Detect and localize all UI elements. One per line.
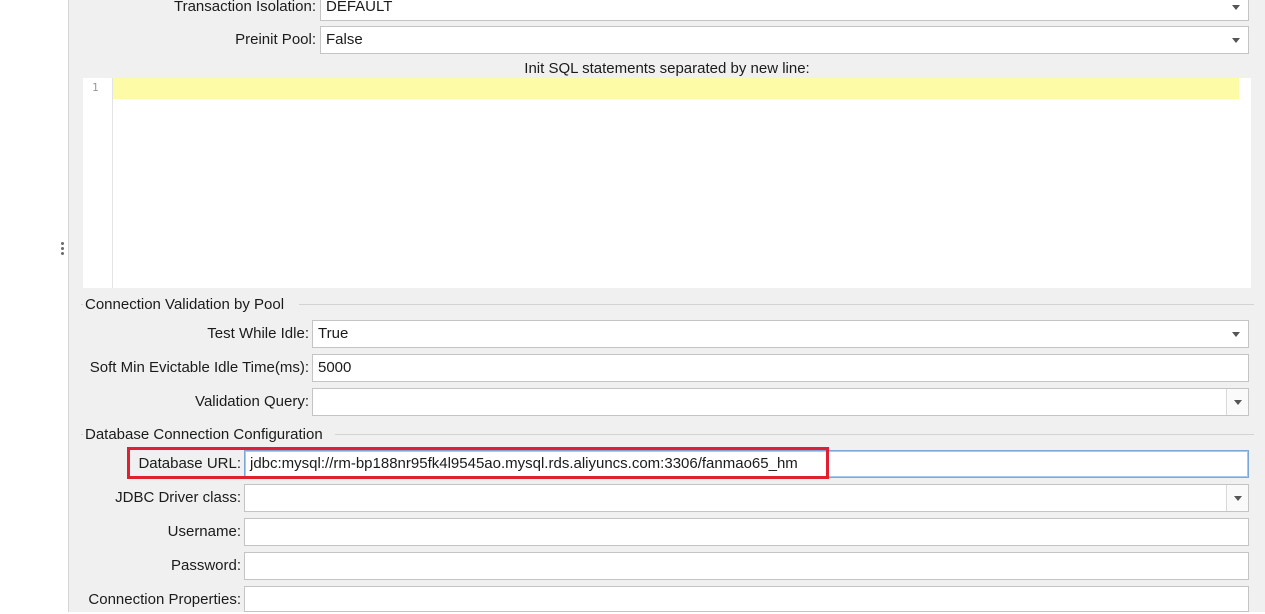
section-divider — [81, 304, 83, 305]
line-number-gutter: 1 — [83, 78, 113, 288]
dropdown-button[interactable] — [1226, 389, 1248, 415]
db-section-title: Database Connection Configuration — [85, 426, 323, 443]
current-line-highlight[interactable] — [113, 78, 1239, 99]
chevron-down-icon — [1234, 400, 1242, 405]
transaction-isolation-label: Transaction Isolation: — [173, 0, 316, 15]
validation-query-label: Validation Query: — [195, 393, 309, 410]
jdbc-driver-label: JDBC Driver class: — [115, 489, 241, 506]
transaction-isolation-value: DEFAULT — [326, 0, 393, 15]
config-panel: Transaction Isolation: DEFAULT Preinit P… — [69, 0, 1265, 612]
validation-section-title: Connection Validation by Pool — [85, 296, 285, 313]
database-url-input[interactable]: jdbc:mysql://rm-bp188nr95fk4l9545ao.mysq… — [244, 450, 1249, 478]
panel-splitter[interactable] — [58, 0, 69, 612]
jdbc-driver-combo[interactable] — [244, 484, 1249, 512]
preinit-pool-label: Preinit Pool: — [235, 31, 316, 48]
chevron-down-icon — [1234, 496, 1242, 501]
dropdown-button[interactable] — [1226, 485, 1248, 511]
soft-min-evictable-label: Soft Min Evictable Idle Time(ms): — [89, 359, 309, 376]
chevron-down-icon — [1232, 5, 1240, 10]
chevron-down-icon — [1232, 38, 1240, 43]
left-panel — [0, 0, 58, 612]
soft-min-evictable-input[interactable]: 5000 — [312, 354, 1249, 382]
test-while-idle-select[interactable]: True — [312, 320, 1249, 348]
database-url-label: Database URL: — [138, 455, 241, 472]
init-sql-editor[interactable]: 1 — [83, 78, 1251, 288]
test-while-idle-label: Test While Idle: — [207, 325, 309, 342]
password-label: Password: — [170, 557, 241, 574]
section-divider — [81, 434, 83, 435]
password-input[interactable] — [244, 552, 1249, 580]
connection-properties-input[interactable] — [244, 586, 1249, 612]
validation-query-combo[interactable] — [312, 388, 1249, 416]
preinit-pool-value: False — [326, 31, 363, 48]
username-label: Username: — [167, 523, 241, 540]
section-divider — [335, 434, 1254, 435]
preinit-pool-select[interactable]: False — [320, 26, 1249, 54]
transaction-isolation-select[interactable]: DEFAULT — [320, 0, 1249, 21]
init-sql-title: Init SQL statements separated by new lin… — [524, 60, 810, 77]
chevron-down-icon — [1232, 332, 1240, 337]
test-while-idle-value: True — [318, 325, 349, 342]
line-number: 1 — [92, 81, 99, 94]
section-divider — [299, 304, 1254, 305]
connection-properties-label: Connection Properties: — [88, 591, 241, 608]
grip-icon — [61, 240, 65, 257]
username-input[interactable] — [244, 518, 1249, 546]
